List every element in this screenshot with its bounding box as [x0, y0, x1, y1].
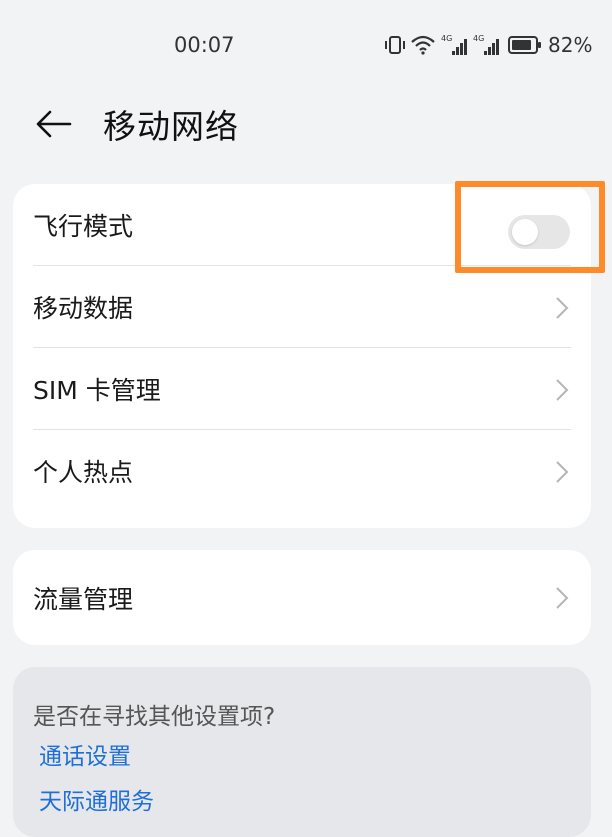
- sim-management-label: SIM 卡管理: [33, 376, 161, 405]
- chevron-right-icon: [556, 379, 569, 401]
- skytone-service-link[interactable]: 天际通服务: [39, 782, 154, 816]
- status-bar: 00:07 4G 4G 82%: [0, 0, 612, 90]
- back-button[interactable]: [34, 104, 74, 144]
- call-settings-link[interactable]: 通话设置: [39, 737, 131, 771]
- settings-card-data-usage: 流量管理: [13, 550, 591, 645]
- airplane-mode-row[interactable]: 飞行模式: [13, 184, 591, 266]
- battery-percent: 82%: [548, 33, 593, 57]
- airplane-mode-toggle[interactable]: [508, 215, 570, 249]
- hotspot-label: 个人热点: [33, 458, 134, 487]
- toggle-knob: [512, 219, 538, 245]
- status-time: 00:07: [174, 33, 235, 57]
- wifi-icon: [411, 35, 435, 55]
- suggestions-card: 是否在寻找其他设置项? 通话设置 天际通服务: [13, 667, 591, 837]
- svg-text:4G: 4G: [473, 34, 484, 43]
- settings-card-main: 飞行模式 移动数据 SIM 卡管理 个人热点: [13, 184, 591, 528]
- chevron-right-icon: [556, 297, 569, 319]
- page-title: 移动网络: [103, 107, 239, 146]
- data-usage-row[interactable]: 流量管理: [13, 550, 591, 645]
- header: 移动网络: [0, 90, 612, 160]
- mobile-data-row[interactable]: 移动数据: [13, 266, 591, 348]
- suggestions-prompt: 是否在寻找其他设置项?: [33, 704, 276, 730]
- cellular-signal-2-icon: 4G: [473, 34, 499, 55]
- status-icons: 4G 4G 82%: [384, 33, 592, 57]
- chevron-right-icon: [556, 587, 569, 609]
- svg-text:4G: 4G: [441, 34, 452, 43]
- data-usage-label: 流量管理: [33, 584, 134, 614]
- airplane-mode-label: 飞行模式: [33, 212, 134, 241]
- battery-icon: [508, 36, 541, 54]
- vibrate-icon: [385, 36, 405, 54]
- mobile-data-label: 移动数据: [33, 294, 134, 323]
- chevron-right-icon: [556, 461, 569, 483]
- arrow-left-icon: [36, 110, 72, 138]
- sim-management-row[interactable]: SIM 卡管理: [13, 348, 591, 430]
- hotspot-row[interactable]: 个人热点: [13, 430, 591, 512]
- cellular-signal-1-icon: 4G: [441, 34, 467, 55]
